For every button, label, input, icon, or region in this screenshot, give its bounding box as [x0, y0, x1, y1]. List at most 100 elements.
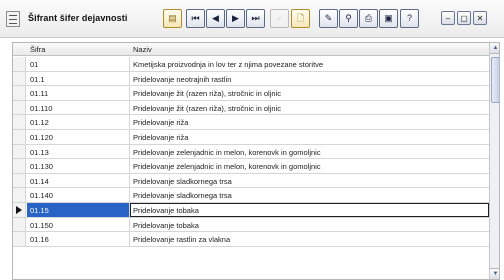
- column-divider: [129, 86, 130, 100]
- cell-naziv[interactable]: Pridelovanje sladkornega trsa: [133, 191, 232, 200]
- table-row[interactable]: 01.16 Pridelovanje rastlin za vlakna: [13, 232, 489, 247]
- new-record-button[interactable]: 🗋: [291, 9, 310, 28]
- table-row[interactable]: 01.120 Pridelovanje riža: [13, 129, 489, 145]
- row-selector[interactable]: [13, 71, 26, 86]
- cell-sifra[interactable]: 01.140: [30, 191, 53, 200]
- preview-icon: ▣: [384, 13, 393, 23]
- row-selector[interactable]: [13, 115, 26, 129]
- restore-button[interactable]: ▢: [457, 11, 471, 25]
- print-icon: ⎙: [364, 13, 373, 23]
- column-divider: [129, 144, 130, 159]
- row-selector[interactable]: [13, 129, 26, 144]
- cell-naziv[interactable]: Pridelovanje riža: [133, 118, 188, 127]
- help-button[interactable]: ?: [400, 9, 419, 28]
- restore-icon: ▢: [460, 13, 468, 23]
- cell-naziv[interactable]: Pridelovanje tobaka: [133, 221, 199, 230]
- row-selector[interactable]: [13, 232, 26, 246]
- column-divider: [129, 129, 130, 144]
- cell-naziv[interactable]: Pridelovanje neotrajnih rastlin: [133, 75, 231, 84]
- column-header-sifra[interactable]: Šifra: [30, 45, 45, 54]
- column-divider: [129, 57, 130, 71]
- table-row[interactable]: 01 Kmetijska proizvodnja in lov ter z nji…: [13, 57, 489, 72]
- table-row[interactable]: 01.150 Pridelovanje tobaka: [13, 217, 489, 233]
- last-record-button[interactable]: ⏭: [246, 9, 265, 28]
- column-divider: [129, 100, 130, 115]
- table-row[interactable]: 01.11 Pridelovanje žit (razen riža), stro…: [13, 86, 489, 101]
- close-button[interactable]: ✕: [473, 11, 487, 25]
- vertical-scrollbar[interactable]: ▲ ▼: [489, 43, 499, 279]
- help-icon: ?: [406, 13, 412, 23]
- cell-sifra[interactable]: 01.11: [30, 89, 48, 98]
- table-row[interactable]: 01.1 Pridelovanje neotrajnih rastlin: [13, 71, 489, 87]
- table-row[interactable]: 01.14 Pridelovanje sladkornega trsa: [13, 173, 489, 189]
- cell-sifra[interactable]: 01.1: [30, 75, 45, 84]
- close-icon: ✕: [476, 13, 484, 23]
- table-row[interactable]: 01.13 Pridelovanje zelenjadnic in melon, …: [13, 144, 489, 160]
- row-selector[interactable]: [13, 57, 26, 71]
- cell-sifra[interactable]: 01.110: [30, 104, 52, 113]
- cell-naziv[interactable]: Pridelovanje zelenjadnic in melon, koren…: [133, 162, 321, 171]
- chevron-down-icon: ▼: [492, 271, 499, 277]
- cell-sifra[interactable]: 01: [30, 60, 38, 69]
- row-selector[interactable]: [13, 100, 26, 115]
- edit-icon: ✎: [324, 13, 333, 23]
- search-button[interactable]: ⚲: [339, 9, 358, 28]
- table-row[interactable]: 01.110 Pridelovanje žit (razen riža), str…: [13, 100, 489, 116]
- window-title: Šifrant šifer dejavnosti: [28, 13, 128, 23]
- cell-naziv[interactable]: Pridelovanje žit (razen riža), stročnic …: [133, 104, 281, 113]
- row-selector[interactable]: [13, 86, 26, 100]
- row-selector[interactable]: [13, 188, 26, 202]
- row-selector[interactable]: [13, 144, 26, 159]
- next-record-button[interactable]: ▶: [226, 9, 245, 28]
- table-row[interactable]: 01.12 Pridelovanje riža: [13, 115, 489, 130]
- confirm-button[interactable]: ✓: [270, 9, 289, 28]
- row-selector[interactable]: [13, 173, 26, 188]
- column-divider: [129, 115, 130, 129]
- table-row[interactable]: 01.130 Pridelovanje zelenjadnic in melon,…: [13, 159, 489, 174]
- cell-sifra[interactable]: 01.150: [30, 221, 53, 230]
- code-grid: Šifra Naziv 01 Kmetijska proizvodnja in l…: [12, 42, 500, 280]
- cell-naziv[interactable]: Pridelovanje tobaka: [133, 206, 199, 215]
- cell-naziv[interactable]: Pridelovanje zelenjadnic in melon, koren…: [133, 148, 321, 157]
- scroll-down-button[interactable]: ▼: [490, 268, 499, 279]
- column-header-naziv[interactable]: Naziv: [133, 45, 152, 54]
- cell-naziv[interactable]: Pridelovanje rastlin za vlakna: [133, 235, 230, 244]
- grid-header: Šifra Naziv: [13, 43, 489, 56]
- column-divider: [129, 188, 130, 202]
- table-row[interactable]: 01.140 Pridelovanje sladkornega trsa: [13, 188, 489, 203]
- search-icon: ⚲: [345, 13, 352, 23]
- minimize-button[interactable]: –: [441, 11, 455, 25]
- cell-sifra[interactable]: 01.13: [30, 148, 49, 157]
- cell-naziv[interactable]: Pridelovanje riža: [133, 133, 188, 142]
- cell-naziv[interactable]: Pridelovanje sladkornega trsa: [133, 177, 232, 186]
- cell-sifra[interactable]: 01.12: [30, 118, 49, 127]
- first-record-button[interactable]: ⏮: [186, 9, 205, 28]
- cell-sifra[interactable]: 01.120: [30, 133, 53, 142]
- check-icon: ✓: [275, 13, 284, 23]
- scroll-up-button[interactable]: ▲: [490, 43, 499, 54]
- print-button[interactable]: ⎙: [359, 9, 378, 28]
- row-selector[interactable]: [13, 202, 26, 217]
- column-divider: [129, 232, 130, 246]
- cell-sifra[interactable]: 01.130: [30, 162, 53, 171]
- chevron-up-icon: ▲: [492, 45, 499, 51]
- preview-button[interactable]: ▣: [379, 9, 398, 28]
- previous-record-icon: ◀: [212, 13, 219, 23]
- row-selector[interactable]: [13, 217, 26, 232]
- edit-button[interactable]: ✎: [319, 9, 338, 28]
- cell-naziv[interactable]: Kmetijska proizvodnja in lov ter z njima…: [133, 60, 323, 69]
- cell-sifra[interactable]: 01.15: [30, 206, 49, 215]
- column-divider: [129, 173, 130, 188]
- row-selector[interactable]: [13, 159, 26, 173]
- new-document-icon: 🗋: [296, 13, 305, 23]
- scrollbar-thumb[interactable]: [491, 57, 499, 103]
- menu-icon[interactable]: [6, 11, 20, 27]
- cell-naziv[interactable]: Pridelovanje žit (razen riža), stročnic …: [133, 89, 281, 98]
- previous-record-button[interactable]: ◀: [206, 9, 225, 28]
- column-divider: [129, 159, 130, 173]
- table-row[interactable]: 01.15 Pridelovanje tobaka: [13, 202, 489, 218]
- document-button[interactable]: ▤: [163, 9, 182, 28]
- first-record-icon: ⏮: [191, 13, 200, 23]
- cell-sifra[interactable]: 01.14: [30, 177, 49, 186]
- cell-sifra[interactable]: 01.16: [30, 235, 49, 244]
